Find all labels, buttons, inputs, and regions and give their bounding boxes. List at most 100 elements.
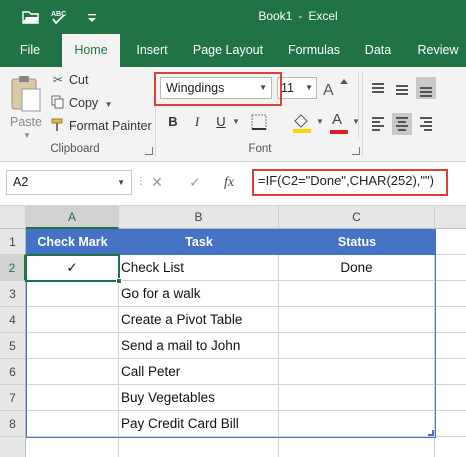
status-cell[interactable] [279,307,435,333]
row-header-7[interactable]: 7 [0,385,26,411]
check-mark-cell[interactable] [26,385,119,411]
format-painter-label: Format Painter [69,119,152,133]
task-cell[interactable]: Pay Credit Card Bill [119,411,279,437]
header-cell-status[interactable]: Status [279,229,435,255]
row-header-6[interactable]: 6 [0,359,26,385]
bottom-align-button[interactable] [416,77,436,99]
align-center-button[interactable] [392,113,412,135]
check-mark-cell[interactable] [26,333,119,359]
status-cell[interactable] [279,359,435,385]
check-mark-cell[interactable]: ✓ [26,255,119,281]
header-cell-check-mark[interactable]: Check Mark [26,229,119,255]
copy-button[interactable]: Copy ▼ [50,93,113,113]
formula-bar-grip-icon: ⋮ [136,176,146,187]
window-title: Book1- Excel [0,9,466,23]
status-cell[interactable] [279,411,435,437]
row-header-3[interactable]: 3 [0,281,26,307]
column-header-b[interactable]: B [119,206,279,229]
top-align-button[interactable] [368,79,388,101]
formula-highlight-box [252,169,448,196]
check-mark-cell[interactable] [26,411,119,437]
font-color-button[interactable]: A [328,111,352,135]
tab-data[interactable]: Data [358,34,398,67]
underline-dropdown-icon[interactable]: ▼ [232,117,240,126]
font-size-select[interactable]: 11 ▼ [277,77,317,99]
task-cell[interactable]: Create a Pivot Table [119,307,279,333]
column-header-a[interactable]: A [26,206,119,229]
task-cell[interactable]: Check List [119,255,279,281]
status-cell[interactable] [279,385,435,411]
tab-home[interactable]: Home [62,34,120,67]
cell[interactable] [435,411,466,437]
tab-page-layout[interactable]: Page Layout [186,34,270,67]
font-color-dropdown-icon[interactable]: ▼ [352,117,360,126]
italic-button[interactable]: I [188,111,206,133]
insert-function-button[interactable]: fx [218,170,240,195]
cell[interactable] [435,229,466,255]
column-header-c[interactable]: C [279,206,435,229]
cut-button[interactable]: ✂ Cut [50,70,89,90]
paste-dropdown-icon[interactable]: ▼ [23,131,31,140]
bold-button[interactable]: B [164,111,182,133]
borders-button[interactable] [250,113,272,133]
row-header-9[interactable] [0,437,26,457]
status-cell[interactable] [279,333,435,359]
confirm-entry-icon[interactable]: ✓ [184,170,206,195]
align-right-button[interactable] [416,113,436,135]
select-all-corner[interactable] [0,206,26,229]
fill-handle[interactable] [116,278,122,284]
tab-formulas[interactable]: Formulas [280,34,348,67]
paste-button[interactable]: Paste ▼ [8,73,44,140]
grow-font-button[interactable]: A [321,75,351,101]
tab-insert[interactable]: Insert [126,34,178,67]
cell[interactable] [119,437,279,457]
fill-color-dropdown-icon[interactable]: ▼ [316,117,324,126]
font-color-swatch [330,130,348,134]
middle-align-button[interactable] [392,79,412,101]
chevron-down-icon: ▼ [305,83,313,92]
row-header-1[interactable]: 1 [0,229,26,255]
header-cell-task[interactable]: Task [119,229,279,255]
tab-review[interactable]: Review [410,34,466,67]
row-header-4[interactable]: 4 [0,307,26,333]
row-header-5[interactable]: 5 [0,333,26,359]
ribbon-tabs: File Home Insert Page Layout Formulas Da… [0,34,466,67]
cell[interactable] [435,255,466,281]
task-cell[interactable]: Call Peter [119,359,279,385]
cell[interactable] [435,385,466,411]
check-mark-cell[interactable] [26,281,119,307]
cancel-entry-icon[interactable]: ✕ [146,170,168,195]
scissors-icon: ✂ [52,73,64,87]
cell[interactable] [435,359,466,385]
column-header-d[interactable] [435,206,466,229]
row-header-8[interactable]: 8 [0,411,26,437]
format-painter-button[interactable]: Format Painter [50,116,152,136]
paint-bucket-icon [293,114,311,133]
tab-file[interactable]: File [8,34,52,67]
copy-dropdown-icon[interactable]: ▼ [105,100,113,109]
cell[interactable] [435,281,466,307]
cell[interactable] [435,333,466,359]
row-header-2[interactable]: 2 [0,255,26,281]
status-cell[interactable] [279,281,435,307]
check-mark-cell[interactable] [26,307,119,333]
status-cell[interactable]: Done [279,255,435,281]
fill-color-button[interactable] [290,111,316,135]
clipboard-launcher-icon[interactable] [145,147,153,155]
worksheet-grid: A B C 1 2 3 4 5 6 7 8 Check Mark Task St… [0,206,466,457]
table-resize-handle[interactable] [428,430,434,436]
underline-button[interactable]: U [212,111,230,133]
title-separator: - [298,9,303,23]
chevron-down-icon: ▼ [117,178,125,187]
font-color-glyph: A [332,111,343,128]
task-cell[interactable]: Send a mail to John [119,333,279,359]
task-cell[interactable]: Go for a walk [119,281,279,307]
font-launcher-icon[interactable] [352,147,360,155]
cell[interactable] [279,437,435,457]
cell[interactable] [435,307,466,333]
align-left-button[interactable] [368,113,388,135]
cell[interactable] [26,437,119,457]
name-box[interactable]: A2 ▼ [6,170,132,195]
check-mark-cell[interactable] [26,359,119,385]
task-cell[interactable]: Buy Vegetables [119,385,279,411]
